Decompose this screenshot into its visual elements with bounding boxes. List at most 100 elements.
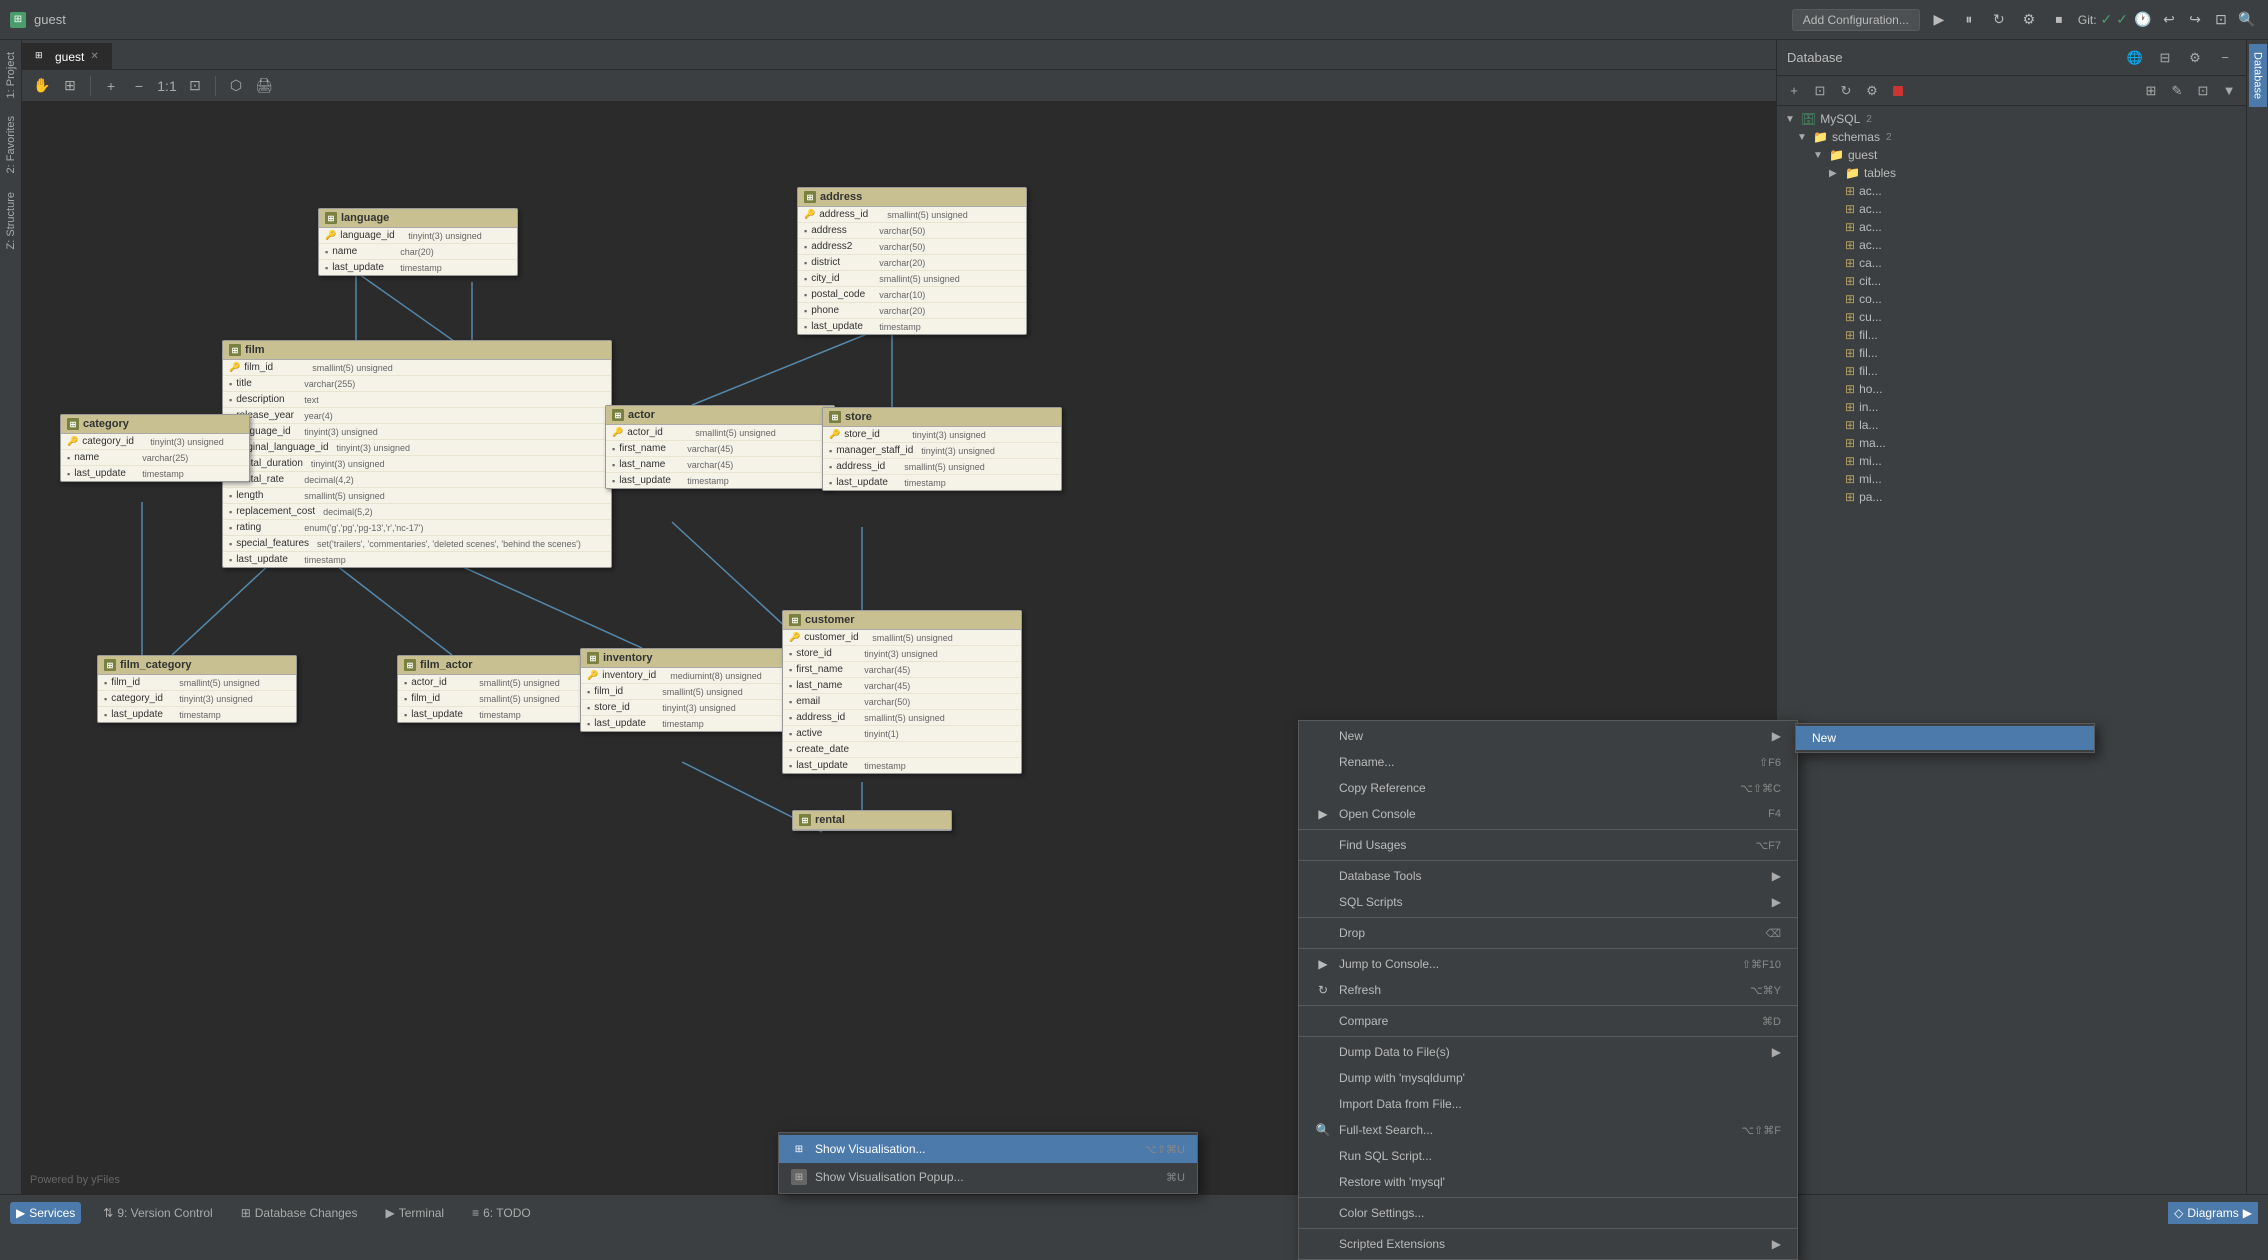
tree-item-fil2[interactable]: ⊞ fil... (1777, 344, 2246, 362)
reload-button[interactable]: ↻ (1988, 9, 2010, 31)
zoom-out-button[interactable]: − (127, 74, 151, 98)
ctx-item-dump-file[interactable]: Dump Data to File(s) ▶ (1299, 1039, 1797, 1065)
git-check1[interactable]: ✓ (2101, 11, 2113, 28)
zoom-reset-button[interactable]: 1:1 (155, 74, 179, 98)
ctx-item-dump-mysqldump[interactable]: Dump with 'mysqldump' (1299, 1065, 1797, 1091)
bottom-tab-db-changes[interactable]: ⊞ Database Changes (235, 1202, 364, 1224)
ctx-item-scripted-ext[interactable]: Scripted Extensions ▶ (1299, 1231, 1797, 1257)
tree-item-schemas[interactable]: ▼ 📁 schemas 2 (1777, 128, 2246, 146)
ctx-item-full-text-search[interactable]: 🔍 Full-text Search... ⌥⇧⌘F (1299, 1117, 1797, 1143)
bottom-tab-diagrams[interactable]: ◇ Diagrams ▶ (2168, 1202, 2258, 1224)
ctx-item-new[interactable]: New ▶ New (1299, 723, 1797, 749)
table-customer[interactable]: ⊞ customer 🔑 customer_id smallint(5) uns… (782, 610, 1022, 774)
print-button[interactable]: 🖨 (252, 74, 276, 98)
db-globe-button[interactable]: 🌐 (2124, 47, 2146, 69)
ctx-item-rename[interactable]: Rename... ⇧F6 (1299, 749, 1797, 775)
select-tool-button[interactable]: ✋ (30, 74, 54, 98)
search-toolbar-icon[interactable]: 🔍 (2236, 9, 2258, 31)
tree-item-co[interactable]: ⊞ co... (1777, 290, 2246, 308)
show-visualisation-button[interactable]: ⊞ Show Visualisation... ⌥⇧⌘U (779, 1135, 1197, 1163)
tree-item-ac2[interactable]: ⊞ ac... (1777, 200, 2246, 218)
pause-button[interactable]: ⏸ (1958, 9, 1980, 31)
tree-item-mi1[interactable]: ⊞ mi... (1777, 452, 2246, 470)
db-gear-button[interactable]: ⚙ (2184, 47, 2206, 69)
table-film-category[interactable]: ⊞ film_category ▪ film_id smallint(5) un… (97, 655, 297, 723)
bottom-tab-todo[interactable]: ≡ 6: TODO (466, 1202, 537, 1224)
ctx-item-db-tools[interactable]: Database Tools ▶ (1299, 863, 1797, 889)
submenu-item[interactable]: New (1796, 726, 2094, 750)
table-inventory[interactable]: ⊞ inventory 🔑 inventory_id mediumint(8) … (580, 648, 800, 732)
tab-close-button[interactable]: ✕ (90, 51, 98, 62)
tree-item-ho[interactable]: ⊞ ho... (1777, 380, 2246, 398)
editor-tab-guest[interactable]: ⊞ guest ✕ (22, 43, 112, 69)
sidebar-tab-favorites[interactable]: 2: Favorites (2, 108, 20, 181)
git-window-icon[interactable]: ⊡ (2210, 9, 2232, 31)
db-add-button[interactable]: + (1783, 80, 1805, 102)
db-edit-button[interactable]: ✎ (2166, 80, 2188, 102)
run-button[interactable]: ▶ (1928, 9, 1950, 31)
tree-item-la[interactable]: ⊞ la... (1777, 416, 2246, 434)
ctx-item-refresh[interactable]: ↻ Refresh ⌥⌘Y (1299, 977, 1797, 1003)
stop-button[interactable]: ⏹ (2048, 9, 2070, 31)
tree-item-tables[interactable]: ▶ 📁 tables (1777, 164, 2246, 182)
tree-item-ac3[interactable]: ⊞ ac... (1777, 218, 2246, 236)
zoom-in-button[interactable]: + (99, 74, 123, 98)
table-rental[interactable]: ⊞ rental (792, 810, 952, 831)
show-visualisation-popup-button[interactable]: ⊞ Show Visualisation Popup... ⌘U (779, 1163, 1197, 1191)
bottom-tab-services[interactable]: ▶ Services (10, 1202, 81, 1224)
export-button[interactable]: ⬡ (224, 74, 248, 98)
tree-item-ac4[interactable]: ⊞ ac... (1777, 236, 2246, 254)
coverage-button[interactable]: ⚙ (2018, 9, 2040, 31)
git-clock-icon[interactable]: 🕐 (2132, 9, 2154, 31)
sidebar-tab-project[interactable]: 1: Project (2, 44, 20, 106)
tree-item-in[interactable]: ⊞ in... (1777, 398, 2246, 416)
tree-item-cu[interactable]: ⊞ cu... (1777, 308, 2246, 326)
db-copy-button[interactable]: ⊡ (1809, 80, 1831, 102)
table-film[interactable]: ⊞ film 🔑 film_id smallint(5) unsigned ▪ … (222, 340, 612, 568)
bottom-tab-terminal[interactable]: ▶ Terminal (380, 1202, 451, 1224)
db-stop-button[interactable] (1887, 80, 1909, 102)
tree-item-pa[interactable]: ⊞ pa... (1777, 488, 2246, 506)
ctx-item-sql-scripts[interactable]: SQL Scripts ▶ (1299, 889, 1797, 915)
fit-screen-button[interactable]: ⊡ (183, 74, 207, 98)
ctx-item-import-file[interactable]: Import Data from File... (1299, 1091, 1797, 1117)
git-check2[interactable]: ✓ (2116, 11, 2128, 28)
tree-item-ma[interactable]: ⊞ ma... (1777, 434, 2246, 452)
table-store[interactable]: ⊞ store 🔑 store_id tinyint(3) unsigned ▪… (822, 407, 1062, 491)
ctx-item-restore-mysql[interactable]: Restore with 'mysql' (1299, 1169, 1797, 1195)
table-tool-button[interactable]: ⊞ (58, 74, 82, 98)
add-config-button[interactable]: Add Configuration... (1792, 9, 1920, 31)
db-properties-button[interactable]: ⚙ (1861, 80, 1883, 102)
db-minimize-button[interactable]: − (2214, 47, 2236, 69)
tree-item-guest[interactable]: ▼ 📁 guest (1777, 146, 2246, 164)
table-actor[interactable]: ⊞ actor 🔑 actor_id smallint(5) unsigned … (605, 405, 835, 489)
ctx-item-drop[interactable]: Drop ⌫ (1299, 920, 1797, 946)
tree-item-cit[interactable]: ⊞ cit... (1777, 272, 2246, 290)
sidebar-tab-database[interactable]: Database (2249, 44, 2267, 107)
ctx-item-run-sql[interactable]: Run SQL Script... (1299, 1143, 1797, 1169)
ctx-item-color-settings[interactable]: Color Settings... (1299, 1200, 1797, 1226)
ctx-item-jump-console[interactable]: ▶ Jump to Console... ⇧⌘F10 (1299, 951, 1797, 977)
tree-item-fil1[interactable]: ⊞ fil... (1777, 326, 2246, 344)
table-film-actor[interactable]: ⊞ film_actor ▪ actor_id smallint(5) unsi… (397, 655, 597, 723)
db-filter-button[interactable]: ▼ (2218, 80, 2240, 102)
ctx-item-find-usages[interactable]: Find Usages ⌥F7 (1299, 832, 1797, 858)
bottom-tab-version-control[interactable]: ⇅ 9: Version Control (97, 1202, 218, 1224)
tree-item-ac1[interactable]: ⊞ ac... (1777, 182, 2246, 200)
table-category[interactable]: ⊞ category 🔑 category_id tinyint(3) unsi… (60, 414, 250, 482)
db-table-view-button[interactable]: ⊞ (2140, 80, 2162, 102)
table-address[interactable]: ⊞ address 🔑 address_id smallint(5) unsig… (797, 187, 1027, 335)
git-redo-icon[interactable]: ↪ (2184, 9, 2206, 31)
sidebar-tab-structure[interactable]: Z: Structure (2, 184, 20, 257)
tree-item-ca[interactable]: ⊞ ca... (1777, 254, 2246, 272)
ctx-item-copy-ref[interactable]: Copy Reference ⌥⇧⌘C (1299, 775, 1797, 801)
tree-item-mi2[interactable]: ⊞ mi... (1777, 470, 2246, 488)
table-language[interactable]: ⊞ language 🔑 language_id tinyint(3) unsi… (318, 208, 518, 276)
db-refresh-button[interactable]: ↻ (1835, 80, 1857, 102)
tree-item-mysql[interactable]: ▼ 🗄 MySQL 2 (1777, 110, 2246, 128)
git-undo-icon[interactable]: ↩ (2158, 9, 2180, 31)
ctx-item-compare[interactable]: Compare ⌘D (1299, 1008, 1797, 1034)
tree-item-fil3[interactable]: ⊞ fil... (1777, 362, 2246, 380)
ctx-item-open-console[interactable]: ▶ Open Console F4 (1299, 801, 1797, 827)
db-console-button[interactable]: ⊡ (2192, 80, 2214, 102)
